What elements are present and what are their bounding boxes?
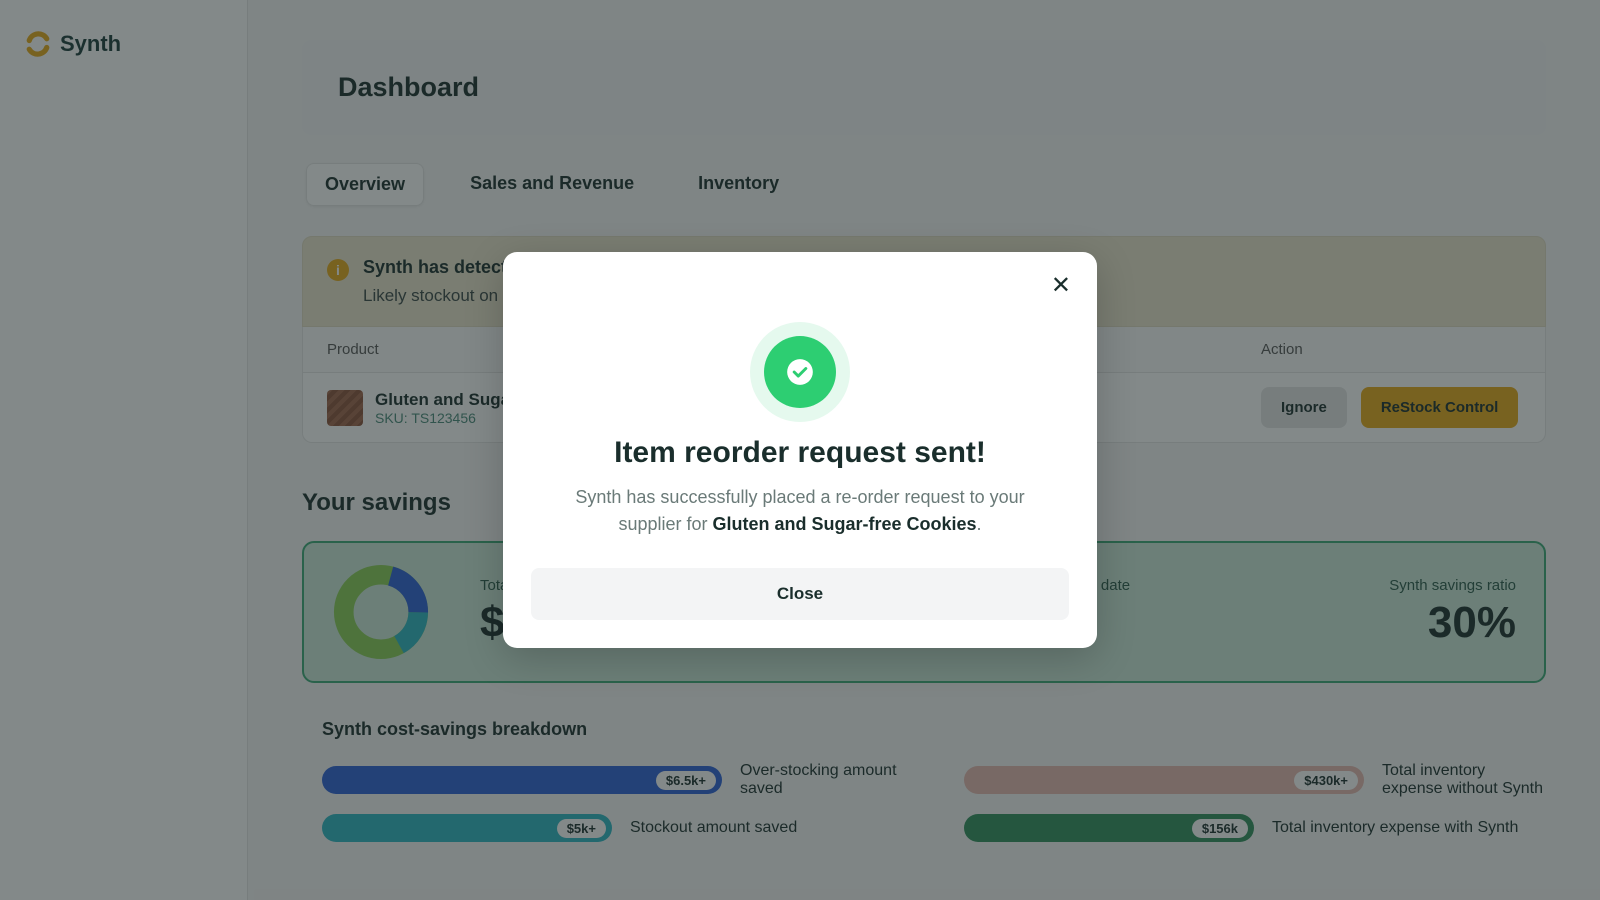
modal-reorder-success: ✕ Item reorder request sent! Synth has s… <box>503 252 1097 648</box>
modal-title: Item reorder request sent! <box>531 436 1069 470</box>
modal-text: Synth has successfully placed a re-order… <box>531 484 1069 538</box>
modal-overlay: ✕ Item reorder request sent! Synth has s… <box>0 0 1600 900</box>
success-check-icon <box>764 336 836 408</box>
close-icon[interactable]: ✕ <box>1051 274 1071 298</box>
close-button[interactable]: Close <box>531 568 1069 620</box>
